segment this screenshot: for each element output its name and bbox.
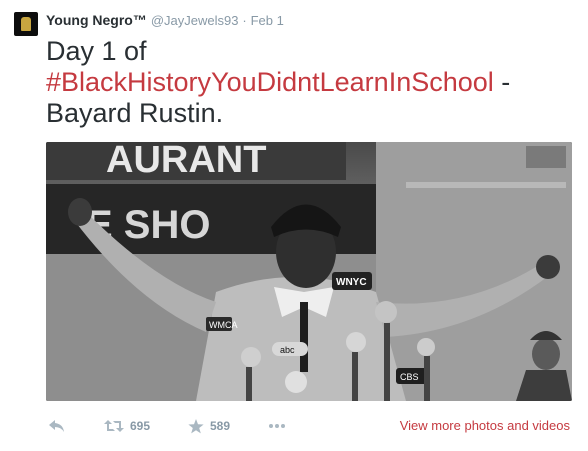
more-options-button[interactable] xyxy=(268,416,286,436)
tweet-text-intro: Day 1 of xyxy=(46,36,147,66)
photo-bayard-rustin: AURANT E SHO WMCA abc WNYC CBS xyxy=(46,142,572,401)
retweet-icon xyxy=(104,420,124,432)
mic-label-0: WNYC xyxy=(336,277,367,288)
tweet-date[interactable]: Feb 1 xyxy=(251,13,284,28)
tweet-text-dash: - xyxy=(493,67,511,97)
tweet-text: Day 1 of #BlackHistoryYouDidntLearnInSch… xyxy=(46,36,566,129)
reply-arrow-icon xyxy=(49,420,64,432)
tweet-photo[interactable]: AURANT E SHO WMCA abc WNYC CBS xyxy=(46,142,572,401)
sign-text-top: AURANT xyxy=(106,142,266,181)
retweet-count: 695 xyxy=(130,419,151,433)
mic-label-2: WMCA xyxy=(209,320,238,330)
author-avatar[interactable] xyxy=(14,12,38,36)
author-handle[interactable]: @JayJewels93 xyxy=(151,13,239,28)
favorite-count: 589 xyxy=(210,419,231,433)
header-separator: · xyxy=(242,13,247,28)
mic-label-1: abc xyxy=(280,345,295,355)
retweet-button[interactable]: 695 xyxy=(104,416,150,436)
avatar-figure xyxy=(21,17,31,31)
mic-label-3: CBS xyxy=(400,372,419,382)
star-icon xyxy=(188,418,204,433)
tweet-header: Young Negro™ @JayJewels93 · Feb 1 xyxy=(46,11,284,30)
tweet-actions: 695 589 View more photos and videos xyxy=(46,416,572,436)
ellipsis-icon xyxy=(269,424,285,428)
hashtag-link[interactable]: #BlackHistoryYouDidntLearnInSchool xyxy=(46,67,494,97)
reply-button[interactable] xyxy=(48,416,66,436)
favorite-button[interactable]: 589 xyxy=(188,416,230,436)
view-more-photos-link[interactable]: View more photos and videos xyxy=(400,418,570,433)
author-name[interactable]: Young Negro™ xyxy=(46,12,147,28)
tweet-text-outro: Bayard Rustin. xyxy=(46,98,224,128)
